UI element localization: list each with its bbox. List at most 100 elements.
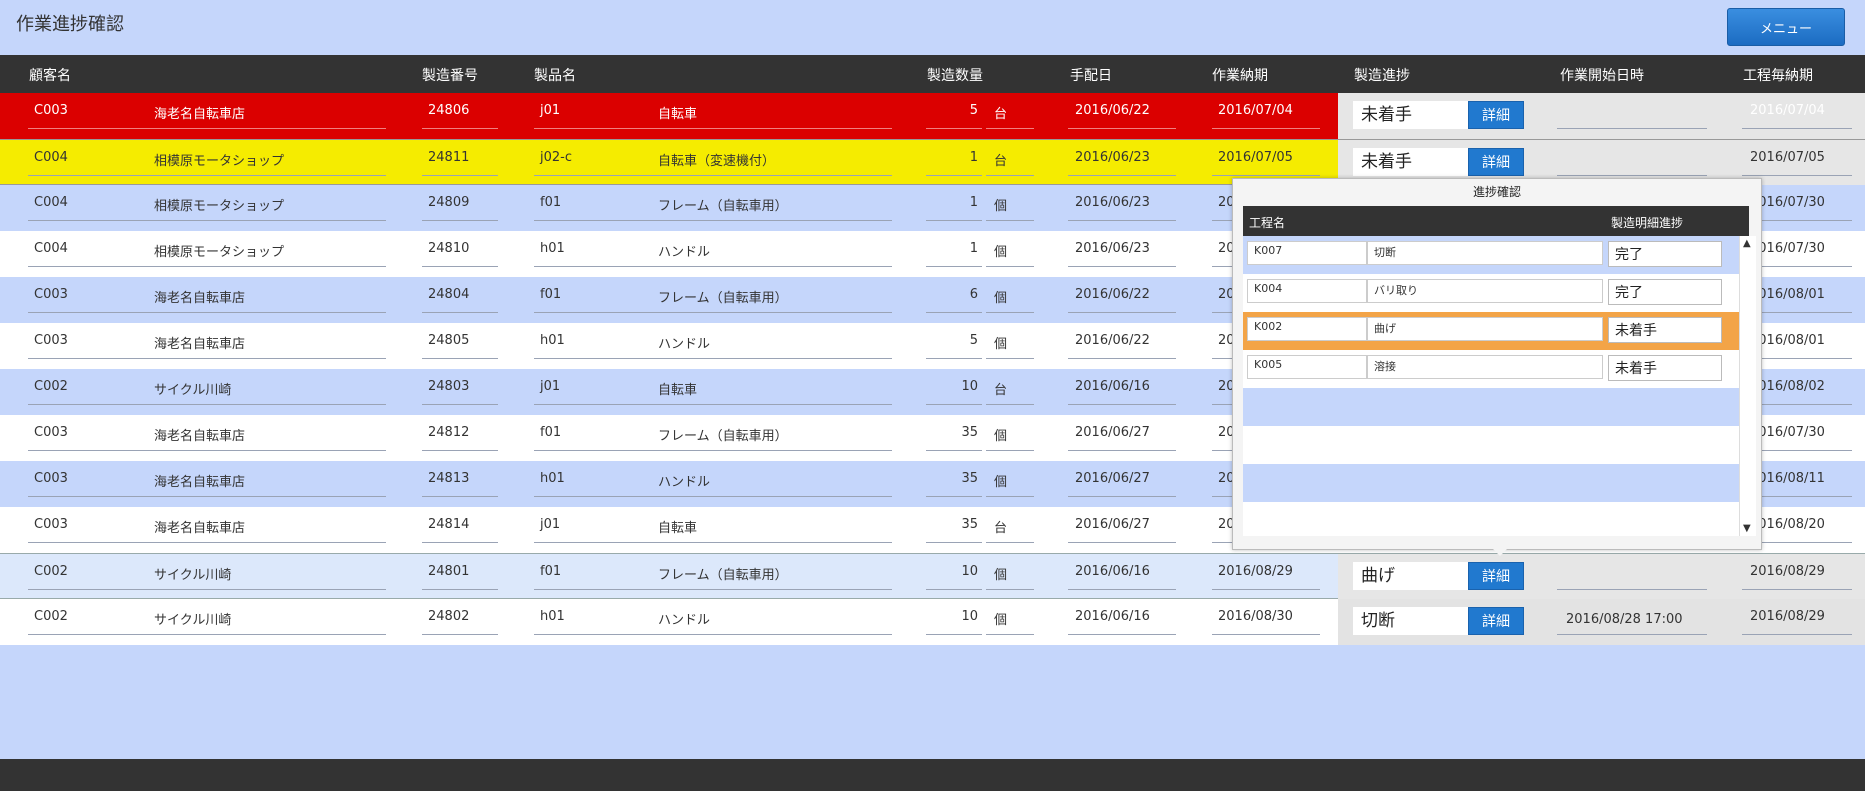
arrange-date: 2016/06/23 [1075, 195, 1150, 210]
field-underline [28, 496, 148, 497]
field-underline [986, 128, 1034, 129]
field-underline [1068, 312, 1176, 313]
field-underline [986, 496, 1034, 497]
field-underline [422, 589, 498, 590]
scroll-down-icon[interactable]: ▼ [1743, 523, 1751, 534]
product-name: 自転車 [658, 383, 698, 398]
popup-row[interactable]: K004 バリ取り 完了 [1243, 274, 1739, 312]
field-underline [1068, 128, 1176, 129]
popup-row[interactable] [1243, 464, 1739, 502]
col-qty: 製造数量 [927, 68, 983, 84]
progress-area: 切断 詳細 2016/08/28 17:00 2016/08/29 [1338, 599, 1865, 645]
field-underline [652, 220, 892, 221]
field-underline [534, 312, 652, 313]
product-code: f01 [540, 287, 562, 302]
popup-row[interactable]: K007 切断 完了 [1243, 236, 1739, 274]
progress-area: 未着手 詳細 2016/07/04 [1338, 93, 1865, 139]
table-row[interactable]: C002 サイクル川崎 24801 f01 フレーム（自転車用） 2016/06/16 20… [0, 553, 1865, 600]
product-name: ハンドル [658, 337, 711, 352]
field-underline [148, 312, 386, 313]
field-underline [1212, 634, 1320, 635]
col-arrange-date: 手配日 [1070, 68, 1112, 84]
field-underline [652, 404, 892, 405]
mfg-number: 24813 [428, 471, 470, 486]
field-underline [926, 128, 982, 129]
field-underline [652, 266, 892, 267]
scroll-up-icon[interactable]: ▲ [1743, 238, 1751, 249]
arrange-date: 2016/06/23 [1075, 241, 1150, 256]
customer-code: C003 [34, 517, 68, 532]
field-underline [1742, 128, 1852, 129]
arrange-date: 2016/06/23 [1075, 150, 1150, 165]
detail-button[interactable]: 詳細 [1468, 607, 1524, 635]
product-code: h01 [540, 333, 565, 348]
field-underline [986, 266, 1034, 267]
field-underline [422, 266, 498, 267]
progress-status: 未着手 [1353, 101, 1468, 129]
customer-code: C003 [34, 103, 68, 118]
popup-scrollbar[interactable]: ▲ ▼ [1739, 236, 1756, 536]
progress-popup: 進捗確認 工程名 製造明細進捗 K007 切断 完了 K004 バリ取り 完了 … [1232, 178, 1762, 550]
quantity-unit: 個 [994, 568, 1008, 583]
process-status: 完了 [1608, 279, 1722, 305]
arrange-date: 2016/06/16 [1075, 379, 1150, 394]
mfg-number: 24809 [428, 195, 470, 210]
quantity-unit: 台 [994, 154, 1008, 169]
field-underline [926, 266, 982, 267]
field-underline [422, 542, 498, 543]
customer-code: C004 [34, 150, 68, 165]
field-underline [148, 358, 386, 359]
field-underline [534, 220, 652, 221]
field-underline [422, 450, 498, 451]
detail-button[interactable]: 詳細 [1468, 562, 1524, 590]
quantity: 35 [961, 471, 978, 486]
field-underline [534, 175, 652, 176]
field-underline [422, 220, 498, 221]
process-deadline: 2016/08/29 [1750, 564, 1825, 579]
table-row[interactable]: C003 海老名自転車店 24806 j01 自転車 2016/06/22 2016/07/… [0, 93, 1865, 139]
col-customer: 顧客名 [29, 68, 71, 84]
popup-col-status: 製造明細進捗 [1611, 216, 1684, 230]
field-underline [148, 404, 386, 405]
page-title: 作業進捗確認 [16, 14, 124, 35]
popup-row[interactable] [1243, 502, 1739, 536]
product-name: フレーム（自転車用） [658, 199, 788, 214]
customer-code: C003 [34, 425, 68, 440]
popup-row[interactable] [1243, 388, 1739, 426]
popup-row[interactable]: K002 曲げ 未着手 [1243, 312, 1739, 350]
process-name: 溶接 [1367, 355, 1603, 379]
quantity: 35 [961, 517, 978, 532]
table-row[interactable]: C002 サイクル川崎 24802 h01 ハンドル 2016/06/16 2016/08/… [0, 599, 1865, 645]
process-deadline: 2016/08/29 [1750, 609, 1825, 624]
product-name: フレーム（自転車用） [658, 568, 788, 583]
customer-name: 海老名自転車店 [154, 337, 246, 352]
mfg-number: 24803 [428, 379, 470, 394]
product-name: ハンドル [658, 245, 711, 260]
popup-col-process: 工程名 [1249, 216, 1286, 230]
process-status: 完了 [1608, 241, 1722, 267]
field-underline [1557, 634, 1707, 635]
detail-button[interactable]: 詳細 [1468, 148, 1524, 176]
mfg-number: 24811 [428, 150, 470, 165]
field-underline [534, 634, 652, 635]
field-underline [422, 404, 498, 405]
quantity: 10 [961, 379, 978, 394]
product-code: f01 [540, 195, 562, 210]
detail-button[interactable]: 詳細 [1468, 101, 1524, 129]
progress-area: 曲げ 詳細 2016/08/29 [1338, 554, 1865, 600]
field-underline [1068, 358, 1176, 359]
mfg-number: 24810 [428, 241, 470, 256]
field-underline [1068, 450, 1176, 451]
field-underline [986, 589, 1034, 590]
field-underline [1557, 589, 1707, 590]
field-underline [28, 634, 148, 635]
field-underline [28, 175, 148, 176]
menu-button[interactable]: メニュー [1727, 8, 1845, 46]
product-code: j01 [540, 103, 561, 118]
popup-row[interactable]: K005 溶接 未着手 [1243, 350, 1739, 388]
field-underline [652, 496, 892, 497]
popup-row[interactable] [1243, 426, 1739, 464]
process-code: K004 [1247, 279, 1367, 303]
field-underline [1212, 128, 1320, 129]
field-underline [926, 589, 982, 590]
